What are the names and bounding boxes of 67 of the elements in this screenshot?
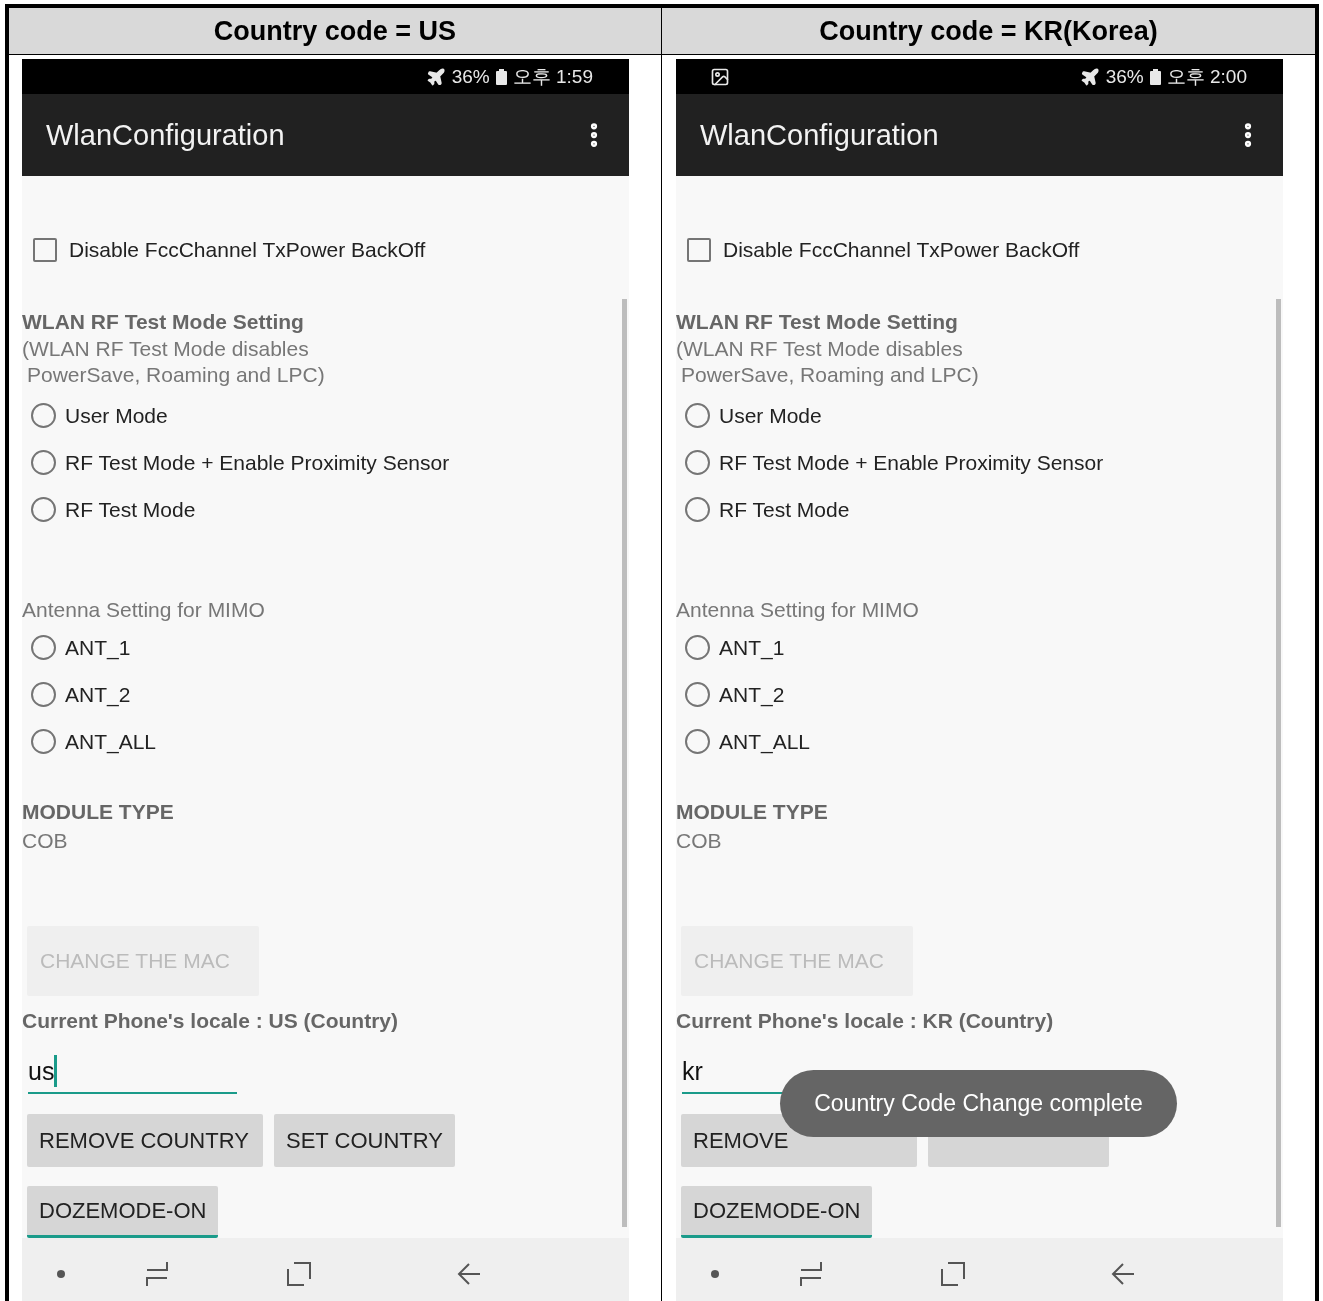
section-title: Antenna Setting for MIMO [676,597,920,623]
module-type-value: COB [22,828,69,854]
locale-text: Current Phone's locale : US (Country) [22,1008,400,1034]
country-button[interactable]: REMOVE COUNTRY [27,1114,263,1167]
home-icon[interactable] [940,1260,966,1287]
radio-label: ANT_2 [719,682,785,707]
dozemode-button[interactable]: DOZEMODE-ON [681,1186,873,1238]
dozemode-button[interactable]: DOZEMODE-ON [27,1186,219,1238]
radio-label: RF Test Mode + Enable Proximity Sensor [65,450,450,475]
dot-icon[interactable] [710,1268,720,1279]
home-icon[interactable] [286,1260,312,1287]
radio-button[interactable] [685,729,710,754]
clock: 오후 2:00 [1166,64,1247,89]
radio-button[interactable] [685,635,710,660]
airplane-icon [1079,66,1100,87]
radio-label: User Mode [65,403,168,428]
checkbox-label: Disable FccChannel TxPower BackOff [723,238,1080,262]
radio-button[interactable] [685,403,710,428]
radio-label: ANT_ALL [65,729,157,754]
radio-button[interactable] [685,682,710,707]
battery-icon [495,68,507,85]
section-note: PowerSave, Roaming and LPC) [680,362,980,388]
radio-label: RF Test Mode [65,497,196,522]
recents-icon[interactable] [798,1259,824,1288]
radio-label: RF Test Mode [719,497,850,522]
radio-button[interactable] [31,729,56,754]
checkbox-label: Disable FccChannel TxPower BackOff [69,238,426,262]
column-header: Country code = KR(Korea) [662,8,1315,55]
clock: 오후 1:59 [512,64,593,89]
radio-button[interactable] [685,497,710,522]
section-title: MODULE TYPE [22,799,175,825]
radio-button[interactable] [31,403,56,428]
locale-text: Current Phone's locale : KR (Country) [676,1008,1055,1034]
back-icon[interactable] [456,1260,482,1287]
radio-label: User Mode [719,403,822,428]
radio-label: RF Test Mode + Enable Proximity Sensor [719,450,1104,475]
radio-label: ANT_ALL [719,729,811,754]
radio-label: ANT_2 [65,682,131,707]
recents-icon[interactable] [144,1259,170,1288]
radio-label: ANT_1 [65,635,131,660]
section-title: MODULE TYPE [676,799,829,825]
section-title: WLAN RF Test Mode Setting [22,309,305,335]
country-field[interactable]: us [28,1050,237,1094]
section-note: PowerSave, Roaming and LPC) [26,362,326,388]
radio-button[interactable] [31,497,56,522]
country-button[interactable]: SET COUNTRY [274,1114,455,1167]
section-title: WLAN RF Test Mode Setting [676,309,959,335]
battery-level: 36% [1105,65,1144,88]
radio-button[interactable] [31,450,56,475]
app-title: WlanConfiguration [46,118,286,152]
airplane-icon [425,66,446,87]
radio-button[interactable] [31,682,56,707]
checkbox[interactable] [33,238,57,262]
module-type-value: COB [676,828,723,854]
column-header: Country code = US [9,8,661,55]
radio-button[interactable] [685,450,710,475]
app-title: WlanConfiguration [700,118,940,152]
back-icon[interactable] [1110,1260,1136,1287]
section-title: Antenna Setting for MIMO [22,597,266,623]
battery-icon [1149,68,1161,85]
battery-level: 36% [451,65,490,88]
section-note: (WLAN RF Test Mode disables [22,336,310,362]
dot-icon[interactable] [56,1268,66,1279]
checkbox[interactable] [687,238,711,262]
section-note: (WLAN RF Test Mode disables [676,336,964,362]
radio-button[interactable] [31,635,56,660]
radio-label: ANT_1 [719,635,785,660]
